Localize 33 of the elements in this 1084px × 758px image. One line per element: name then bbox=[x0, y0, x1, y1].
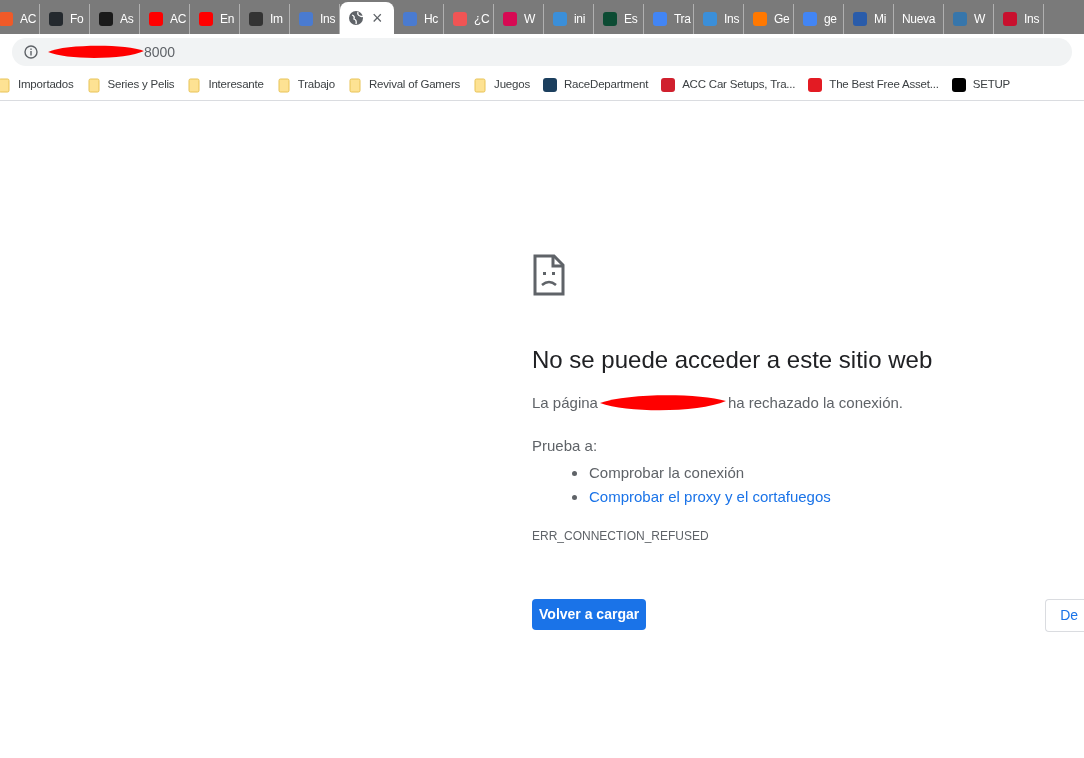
suggestion-text: Comprobar la conexión bbox=[589, 463, 745, 483]
details-button[interactable]: De bbox=[1045, 599, 1084, 632]
bookmark[interactable]: Importados bbox=[0, 76, 74, 94]
info-icon[interactable] bbox=[24, 45, 38, 59]
bookmark[interactable]: SETUP bbox=[950, 76, 1011, 94]
error-heading: No se puede acceder a este sitio web bbox=[532, 345, 934, 375]
folder-icon bbox=[85, 77, 102, 93]
folder-icon bbox=[0, 77, 12, 93]
folder-icon bbox=[472, 77, 489, 93]
folder-icon bbox=[186, 77, 203, 93]
bookmark[interactable]: Series y Pelis bbox=[85, 76, 175, 94]
close-icon[interactable]: × bbox=[372, 9, 383, 27]
url-text: 8000 bbox=[144, 42, 176, 62]
folder-icon bbox=[346, 77, 363, 93]
folder-icon bbox=[275, 77, 292, 93]
reload-button[interactable]: Volver a cargar bbox=[532, 599, 647, 630]
bookmark[interactable]: ACC Car Setups, Tra... bbox=[660, 76, 796, 94]
error-message: La página bbox=[532, 393, 598, 413]
bookmark[interactable]: Juegos bbox=[472, 76, 530, 94]
error-message: ha rechazado la conexión. bbox=[727, 393, 904, 413]
error-code: ERR_CONNECTION_REFUSED bbox=[532, 528, 710, 545]
bookmark[interactable]: RaceDepartment bbox=[542, 76, 649, 94]
bookmark[interactable]: Trabajo bbox=[275, 76, 335, 94]
suggestions-label: Prueba a: bbox=[532, 435, 599, 456]
bullet-icon bbox=[572, 470, 577, 476]
sad-page-icon bbox=[532, 254, 566, 296]
browser-tab[interactable]: × bbox=[340, 2, 394, 34]
bookmark[interactable]: Revival of Gamers bbox=[346, 76, 461, 94]
bullet-icon bbox=[572, 494, 577, 500]
bookmark[interactable]: Interesante bbox=[186, 76, 264, 94]
suggestion-link[interactable]: Comprobar el proxy y el cortafuegos bbox=[589, 485, 831, 509]
address-field[interactable]: 8000 bbox=[12, 38, 1072, 66]
bookmark[interactable]: The Best Free Asset... bbox=[807, 76, 939, 94]
